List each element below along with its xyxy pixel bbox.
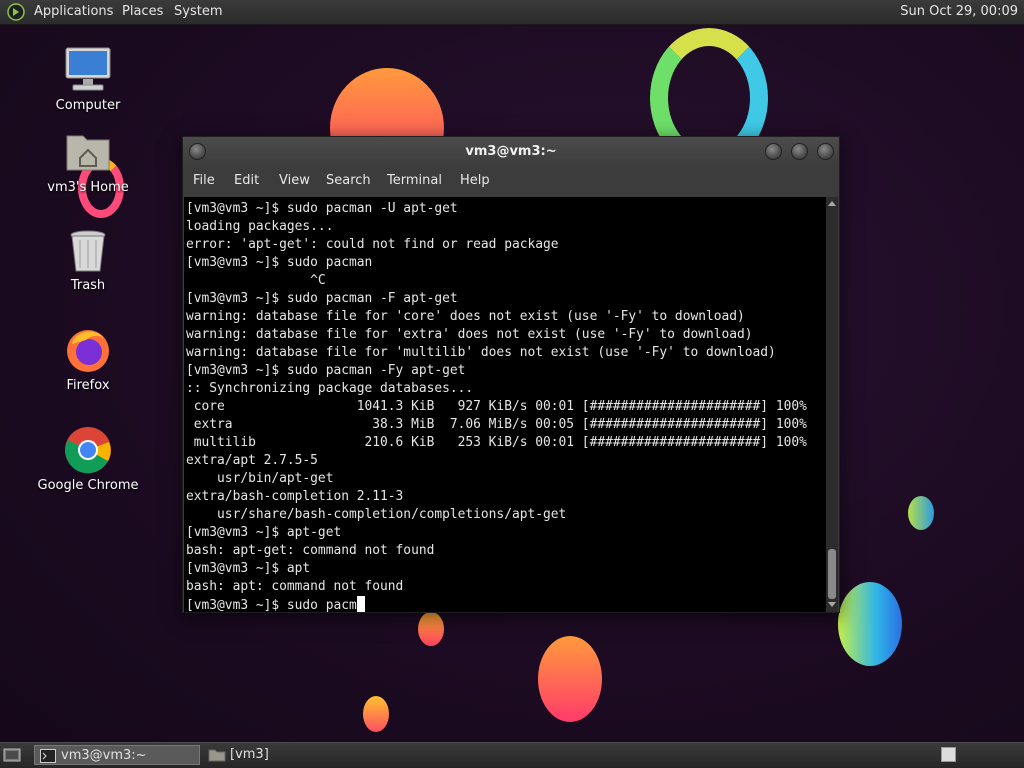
terminal-history: [vm3@vm3 ~]$ sudo pacman -U apt-get load…: [186, 201, 807, 594]
desktop-icon-computer[interactable]: Computer: [33, 46, 143, 113]
applications-menu[interactable]: Applications: [34, 0, 113, 24]
terminal-menubar: File Edit View Search Terminal Help: [183, 167, 839, 195]
terminal-line: extra/apt 2.7.5-5: [186, 453, 318, 468]
wallpaper-pink-blob: [538, 636, 602, 722]
menu-file[interactable]: File: [193, 173, 215, 188]
trash-icon: [70, 230, 106, 272]
desktop-icon-label: Trash: [70, 278, 106, 293]
terminal-line: error: 'apt-get': could not find or read…: [186, 237, 559, 252]
menu-edit[interactable]: Edit: [234, 173, 259, 188]
wallpaper-small-orange-dot: [363, 696, 389, 732]
menu-view[interactable]: View: [279, 173, 310, 188]
scroll-down-arrow-icon[interactable]: [828, 602, 836, 607]
terminal-line: [vm3@vm3 ~]$ apt-get: [186, 525, 342, 540]
terminal-scrollbar[interactable]: [826, 197, 838, 612]
computer-icon: [65, 47, 111, 91]
terminal-line: extra/bash-completion 2.11-3: [186, 489, 404, 504]
terminal-line: extra 38.3 MiB 7.06 MiB/s 00:05 [#######…: [186, 417, 807, 432]
menu-search[interactable]: Search: [326, 173, 371, 188]
desktop-icon-trash[interactable]: Trash: [33, 228, 143, 293]
system-menu[interactable]: System: [174, 0, 222, 24]
clock[interactable]: Sun Oct 29, 00:09: [900, 0, 1018, 24]
show-desktop-icon[interactable]: [3, 747, 21, 763]
scroll-up-arrow-icon[interactable]: [828, 201, 836, 206]
terminal-line: [vm3@vm3 ~]$ sudo pacman -F apt-get: [186, 291, 458, 306]
terminal-text: [vm3@vm3 ~]$ sudo pacman -U apt-get load…: [184, 197, 826, 612]
window-title: vm3@vm3:~: [465, 144, 557, 159]
chrome-icon: [65, 427, 111, 474]
desktop-icon-chrome[interactable]: Google Chrome: [33, 426, 143, 493]
wallpaper-green-blob: [838, 582, 902, 666]
terminal-icon: [40, 749, 56, 763]
terminal-line: loading packages...: [186, 219, 334, 234]
terminal-line: ^C: [186, 273, 326, 288]
bottom-panel: vm3@vm3:~ [vm3]: [0, 742, 1024, 768]
folder-icon: [208, 749, 226, 762]
top-panel: Applications Places System Sun Oct 29, 0…: [0, 0, 1024, 25]
firefox-icon: [67, 330, 109, 372]
terminal-prompt-line: [vm3@vm3 ~]$ sudo pacm: [186, 598, 357, 612]
wallpaper-blue-dot: [908, 496, 934, 530]
terminal-line: [vm3@vm3 ~]$ apt: [186, 561, 311, 576]
terminal-line: usr/bin/apt-get: [186, 471, 334, 486]
menu-terminal[interactable]: Terminal: [387, 173, 442, 188]
window-titlebar[interactable]: vm3@vm3:~: [183, 137, 839, 167]
terminal-line: bash: apt: command not found: [186, 579, 404, 594]
desktop-icon-label: Firefox: [66, 378, 110, 393]
terminal-line: bash: apt-get: command not found: [186, 543, 435, 558]
close-button[interactable]: [817, 143, 834, 160]
desktop-icon-home[interactable]: vm3's Home: [33, 128, 143, 195]
taskbar-item-label: vm3@vm3:~: [61, 748, 147, 763]
mate-logo-icon[interactable]: [7, 3, 25, 21]
places-menu[interactable]: Places: [122, 0, 163, 24]
workspace-switcher[interactable]: [941, 747, 956, 762]
terminal-line: warning: database file for 'extra' does …: [186, 327, 753, 342]
terminal-line: :: Synchronizing package databases...: [186, 381, 474, 396]
terminal-window[interactable]: vm3@vm3:~ File Edit View Search Terminal…: [182, 136, 840, 613]
desktop-icon-label: Google Chrome: [37, 478, 139, 493]
terminal-line: warning: database file for 'core' does n…: [186, 309, 745, 324]
terminal-line: [vm3@vm3 ~]$ sudo pacman -Fy apt-get: [186, 363, 466, 378]
home-folder-icon: [66, 135, 110, 171]
maximize-button[interactable]: [791, 143, 808, 160]
taskbar-item-terminal[interactable]: vm3@vm3:~: [34, 745, 200, 765]
taskbar-item-label: [vm3]: [230, 747, 269, 762]
terminal-line: usr/share/bash-completion/completions/ap…: [186, 507, 567, 522]
menu-help[interactable]: Help: [460, 173, 490, 188]
taskbar-item-folder[interactable]: [vm3]: [206, 745, 269, 765]
terminal-output-area[interactable]: [vm3@vm3 ~]$ sudo pacman -U apt-get load…: [184, 197, 826, 612]
desktop-icon-firefox[interactable]: Firefox: [33, 326, 143, 393]
terminal-line: multilib 210.6 KiB 253 KiB/s 00:01 [####…: [186, 435, 807, 450]
desktop-icon-label: vm3's Home: [47, 180, 129, 195]
wallpaper-orange-dot: [418, 612, 444, 646]
scrollbar-thumb[interactable]: [828, 549, 836, 599]
minimize-button[interactable]: [765, 143, 782, 160]
text-cursor: [356, 596, 365, 612]
desktop-icon-label: Computer: [55, 98, 121, 113]
terminal-line: warning: database file for 'multilib' do…: [186, 345, 776, 360]
terminal-line: core 1041.3 KiB 927 KiB/s 00:01 [#######…: [186, 399, 807, 414]
terminal-line: [vm3@vm3 ~]$ sudo pacman: [186, 255, 373, 270]
terminal-line: [vm3@vm3 ~]$ sudo pacman -U apt-get: [186, 201, 458, 216]
